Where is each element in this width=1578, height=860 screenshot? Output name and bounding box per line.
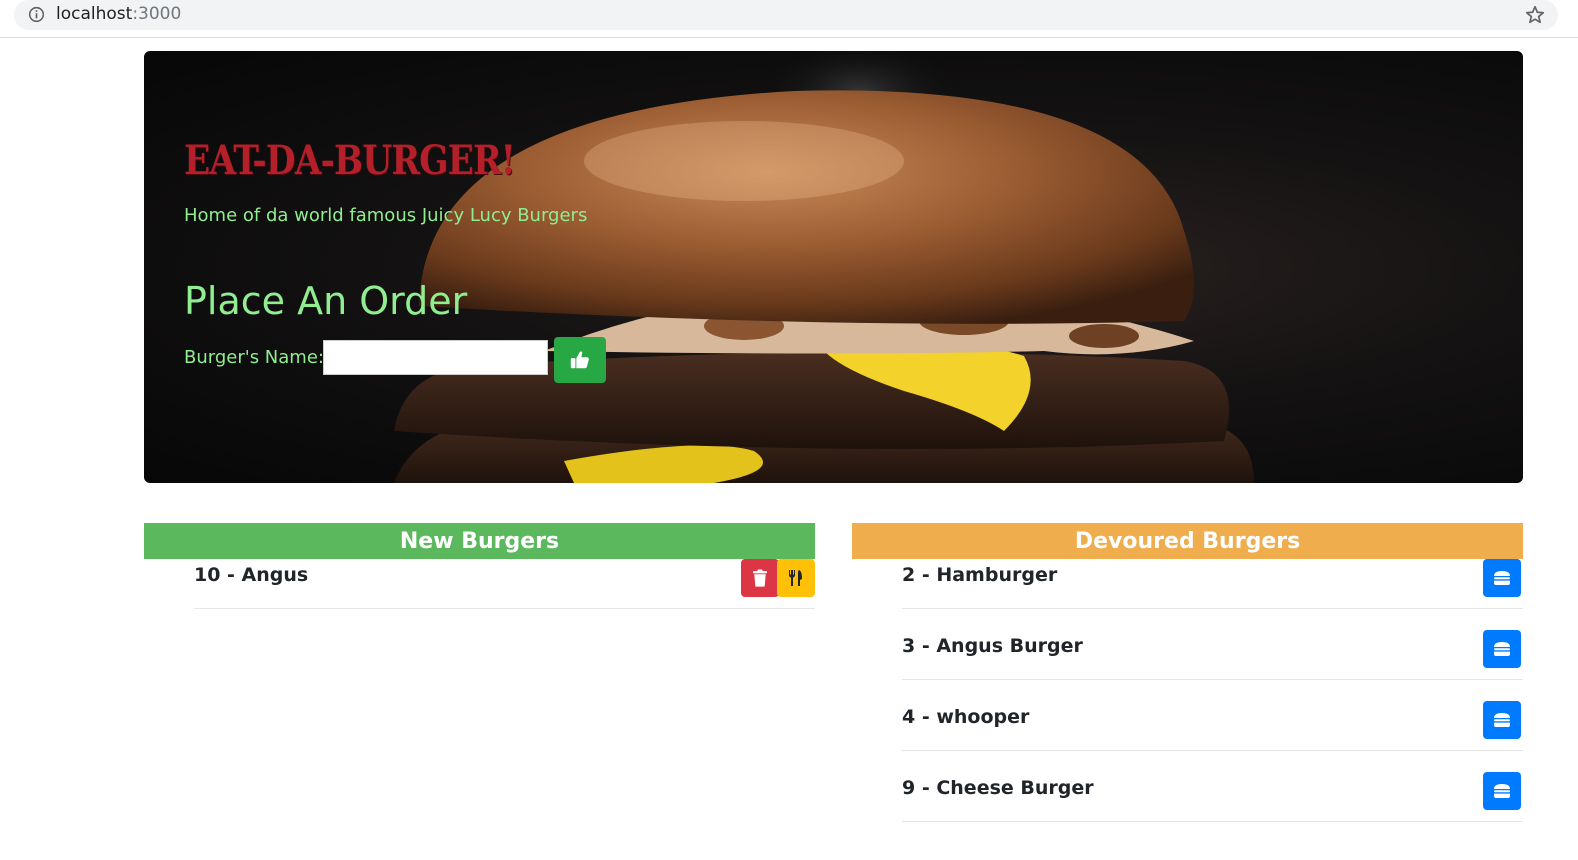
- burger-action-button[interactable]: [1483, 772, 1521, 810]
- new-burger-label: 10 - Angus: [194, 564, 309, 586]
- devoured-burger-label: 9 - Cheese Burger: [902, 777, 1094, 799]
- submit-order-button[interactable]: [554, 337, 606, 383]
- new-burgers-header: New Burgers: [144, 523, 815, 559]
- burger-hero-image: [394, 51, 1254, 483]
- site-title: EAT-DA-BURGER!: [184, 137, 516, 184]
- hamburger-icon: [1494, 713, 1510, 727]
- url-bar[interactable]: [14, 0, 1558, 30]
- trash-icon: [753, 569, 767, 587]
- burger-action-button[interactable]: [1483, 701, 1521, 739]
- url-host: localhost: [56, 4, 133, 24]
- devoured-burger-label: 2 - Hamburger: [902, 564, 1058, 586]
- utensils-icon: [789, 570, 802, 586]
- devour-burger-button[interactable]: [777, 559, 815, 597]
- burger-action-button[interactable]: [1483, 630, 1521, 668]
- url-port: :3000: [132, 4, 182, 24]
- devoured-burger-label: 3 - Angus Burger: [902, 635, 1083, 657]
- url-text[interactable]: localhost:3000: [56, 4, 181, 24]
- devoured-burgers-header: Devoured Burgers: [852, 523, 1523, 559]
- order-heading: Place An Order: [184, 279, 468, 323]
- burger-name-input[interactable]: [323, 340, 548, 375]
- hamburger-icon: [1494, 784, 1510, 798]
- new-burger-row: 10 - Angus: [194, 559, 815, 609]
- hamburger-icon: [1494, 642, 1510, 656]
- site-tagline: Home of da world famous Juicy Lucy Burge…: [184, 205, 588, 226]
- hero-jumbotron: EAT-DA-BURGER! Home of da world famous J…: [144, 51, 1523, 483]
- hamburger-icon: [1494, 571, 1510, 585]
- devoured-burger-row: 2 - Hamburger: [902, 559, 1523, 609]
- browser-address-bar: localhost:3000: [0, 0, 1578, 38]
- burger-name-label: Burger's Name:: [184, 347, 324, 368]
- delete-burger-button[interactable]: [741, 559, 779, 597]
- devoured-burger-label: 4 - whooper: [902, 706, 1030, 728]
- burger-action-button[interactable]: [1483, 559, 1521, 597]
- devoured-burger-row: 4 - whooper: [902, 701, 1523, 751]
- devoured-burger-row: 3 - Angus Burger: [902, 630, 1523, 680]
- info-icon[interactable]: [28, 6, 45, 23]
- thumbs-up-icon: [570, 351, 589, 369]
- devoured-burger-row: 9 - Cheese Burger: [902, 772, 1523, 822]
- bookmark-star-icon[interactable]: [1524, 4, 1546, 26]
